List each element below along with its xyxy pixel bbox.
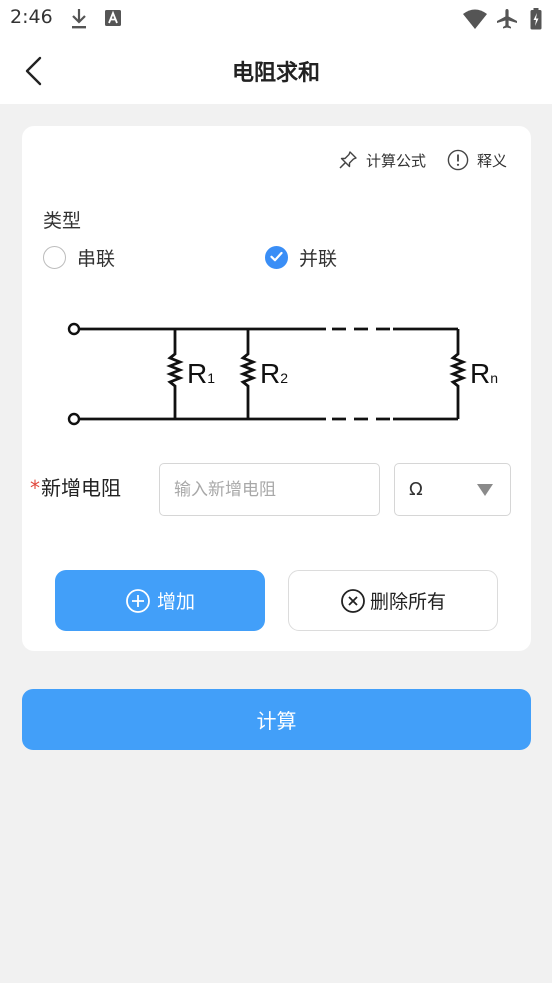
resistor-r1-label: R — [187, 358, 207, 389]
radio-checked-icon — [265, 245, 288, 269]
clear-all-label: 删除所有 — [369, 591, 446, 613]
new-resistor-input[interactable] — [159, 463, 380, 516]
new-resistor-label: *新增电阻 — [30, 472, 121, 501]
app-bar: 电阻求和 — [0, 38, 552, 104]
type-label: 类型 — [43, 210, 82, 232]
plus-circle-icon — [126, 588, 150, 613]
unit-value: Ω — [409, 479, 423, 500]
dropdown-triangle-icon — [477, 483, 493, 496]
add-button[interactable]: 增加 — [55, 570, 265, 631]
calculate-label: 计算 — [256, 709, 297, 733]
svg-text:Rn: Rn — [470, 358, 498, 389]
pin-icon — [339, 151, 357, 169]
formula-link[interactable]: 计算公式 — [338, 149, 426, 171]
calculate-button[interactable]: 计算 — [22, 689, 531, 750]
unit-select[interactable]: Ω — [394, 463, 511, 516]
clear-all-button[interactable]: 删除所有 — [288, 570, 498, 631]
status-time: 2:46 — [10, 6, 53, 28]
radio-parallel-label: 并联 — [299, 247, 338, 270]
resistor-r2-subscript: 2 — [280, 370, 288, 386]
explain-label: 释义 — [477, 151, 508, 170]
resistor-rn-subscript: n — [490, 370, 498, 386]
resistor-r2-label: R — [260, 358, 280, 389]
resistor-card: 计算公式 释义 类型 串联 并联 R1 R2 Rn *新增电阻 输入新增电阻 Ω… — [22, 126, 531, 651]
svg-text:R1: R1 — [187, 358, 215, 389]
resistor-r1-subscript: 1 — [207, 370, 215, 386]
required-mark: * — [30, 476, 40, 500]
airplane-icon — [496, 8, 518, 34]
radio-unchecked-icon — [43, 245, 66, 269]
radio-series-label: 串联 — [77, 247, 116, 270]
status-bar: 2:46 — [0, 0, 552, 38]
formula-label: 计算公式 — [366, 151, 427, 170]
close-circle-icon — [341, 588, 365, 613]
svg-text:R2: R2 — [260, 358, 288, 389]
new-resistor-label-text: 新增电阻 — [41, 476, 121, 500]
wifi-icon — [462, 8, 488, 34]
download-icon — [70, 8, 88, 34]
radio-series[interactable]: 串联 — [43, 243, 115, 271]
page-title: 电阻求和 — [231, 61, 320, 86]
info-circle-icon — [447, 149, 469, 171]
resistor-rn-label: R — [470, 358, 490, 389]
a-box-icon — [104, 8, 122, 32]
explain-link[interactable]: 释义 — [447, 149, 507, 171]
battery-icon — [530, 8, 542, 34]
radio-parallel[interactable]: 并联 — [265, 243, 337, 271]
add-button-label: 增加 — [156, 591, 195, 613]
parallel-circuit-diagram: R1 R2 Rn — [67, 322, 498, 426]
